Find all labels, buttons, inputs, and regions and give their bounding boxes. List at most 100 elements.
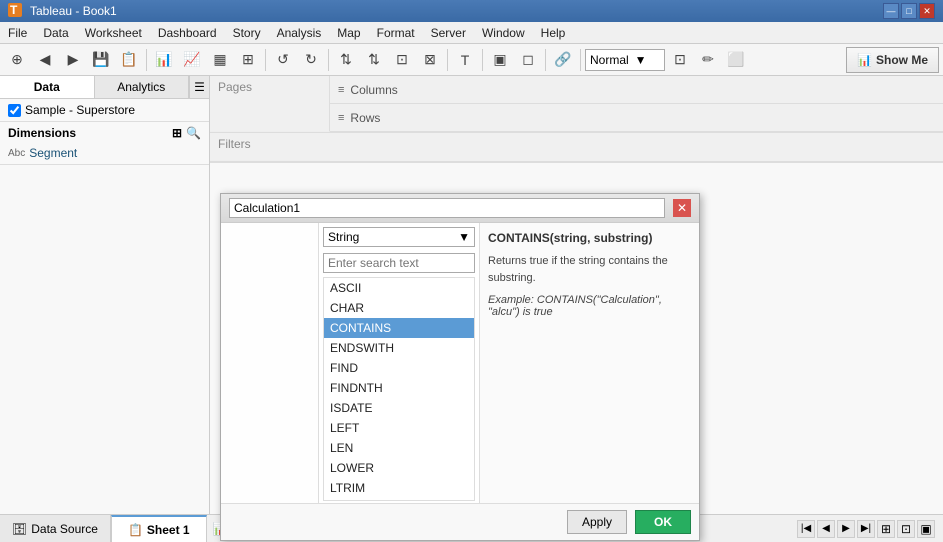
func-item[interactable]: LEN	[324, 438, 474, 458]
func-item[interactable]: LTRIM	[324, 478, 474, 498]
func-item[interactable]: CHAR	[324, 298, 474, 318]
func-item[interactable]: FINDNTH	[324, 378, 474, 398]
func-type-label: String	[328, 230, 359, 244]
calc-close-btn[interactable]: ✕	[673, 199, 691, 217]
filter-dropzone[interactable]	[330, 133, 943, 161]
menu-dashboard[interactable]: Dashboard	[150, 24, 225, 42]
calc-name-input[interactable]	[229, 198, 665, 218]
func-item[interactable]: ISDATE	[324, 398, 474, 418]
forward-btn[interactable]: ▶	[60, 47, 86, 73]
chart3-btn[interactable]: ▦	[207, 47, 233, 73]
func-item[interactable]: CONTAINS	[324, 318, 474, 338]
fit-width-btn[interactable]: ⊡	[897, 520, 915, 538]
maximize-btn[interactable]: □	[901, 3, 917, 19]
sep7	[580, 49, 581, 71]
calc-footer: Apply OK	[221, 503, 699, 540]
chart4-btn[interactable]: ⊞	[235, 47, 261, 73]
first-page-btn[interactable]: |◀	[797, 520, 815, 538]
fit-btn[interactable]: ⊡	[389, 47, 415, 73]
save2-btn[interactable]: 📋	[116, 47, 142, 73]
dimension-icons: ⊞ 🔍	[172, 126, 201, 140]
save-btn[interactable]: 💾	[88, 47, 114, 73]
rows-shelf: ≡ Rows	[330, 104, 943, 132]
calc-editor[interactable]	[221, 223, 319, 503]
edit-btn[interactable]: ✏	[695, 47, 721, 73]
view-dropdown[interactable]: Normal ▼	[585, 49, 665, 71]
menu-analysis[interactable]: Analysis	[269, 24, 330, 42]
dimensions-header: Dimensions ⊞ 🔍	[0, 121, 209, 144]
func-type-chevron: ▼	[458, 230, 470, 244]
svg-text:T: T	[10, 3, 18, 17]
undo-btn[interactable]: ↺	[270, 47, 296, 73]
panel-tabs: Data Analytics ☰	[0, 76, 209, 99]
fixed-btn[interactable]: ⊡	[667, 47, 693, 73]
columns-area: ≡ Columns ≡ Rows	[330, 76, 943, 132]
segment-item[interactable]: Abc Segment	[0, 144, 209, 162]
menu-file[interactable]: File	[0, 24, 35, 42]
func-item[interactable]: MAX	[324, 498, 474, 501]
menu-window[interactable]: Window	[474, 24, 533, 42]
filters-section: Filters	[210, 133, 330, 161]
shelves-area: Pages ≡ Columns ≡ Rows Filters	[210, 76, 943, 163]
menu-format[interactable]: Format	[369, 24, 423, 42]
left-panel: Data Analytics ☰ Sample - Superstore Dim…	[0, 76, 210, 514]
tooltip-btn[interactable]: ◻	[515, 47, 541, 73]
text-btn[interactable]: T	[452, 47, 478, 73]
calc-dialog: ✕ String ▼ ASCIICHARCO	[220, 193, 700, 541]
chart2-btn[interactable]: 📈	[179, 47, 205, 73]
grid-icon[interactable]: ⊞	[172, 126, 182, 140]
datasource-row[interactable]: Sample - Superstore	[0, 99, 209, 121]
pages-section: Pages	[210, 76, 330, 132]
sheet1-tab[interactable]: 📋 Sheet 1	[111, 515, 207, 542]
menu-story[interactable]: Story	[225, 24, 269, 42]
func-item[interactable]: ENDSWITH	[324, 338, 474, 358]
close-btn[interactable]: ✕	[919, 3, 935, 19]
link-btn[interactable]: 🔗	[550, 47, 576, 73]
rows-icon: ≡	[338, 112, 344, 124]
menu-worksheet[interactable]: Worksheet	[77, 24, 150, 42]
ok-button[interactable]: OK	[635, 510, 691, 534]
next-page-btn[interactable]: ▶	[837, 520, 855, 538]
datasource-checkbox[interactable]	[8, 104, 21, 117]
func-desc-panel: CONTAINS(string, substring) Returns true…	[479, 223, 699, 503]
prev-page-btn[interactable]: ◀	[817, 520, 835, 538]
func-item[interactable]: LEFT	[324, 418, 474, 438]
mark-btn[interactable]: ▣	[487, 47, 513, 73]
tab-data[interactable]: Data	[0, 76, 95, 98]
columns-shelf: ≡ Columns	[330, 76, 943, 104]
func-item[interactable]: FIND	[324, 358, 474, 378]
func-type-dropdown[interactable]: String ▼	[323, 227, 475, 247]
func-item[interactable]: ASCII	[324, 278, 474, 298]
apply-button[interactable]: Apply	[567, 510, 627, 534]
tab-analytics[interactable]: Analytics	[95, 76, 190, 98]
back-btn[interactable]: ◀	[32, 47, 58, 73]
func-list[interactable]: ASCIICHARCONTAINSENDSWITHFINDFINDNTHISDA…	[323, 277, 475, 501]
fit-height-btn[interactable]: ▣	[917, 520, 935, 538]
redo-btn[interactable]: ↻	[298, 47, 324, 73]
menu-server[interactable]: Server	[423, 24, 474, 42]
datasource-tab-label: Data Source	[31, 522, 98, 536]
datasource-tab[interactable]: 🗄 Data Source	[0, 515, 111, 542]
menu-data[interactable]: Data	[35, 24, 76, 42]
panel-menu-btn[interactable]: ☰	[189, 76, 209, 98]
home-btn[interactable]: ⊕	[4, 47, 30, 73]
minimize-btn[interactable]: —	[883, 3, 899, 19]
func-desc-example: Example: CONTAINS("Calculation", "alcu")…	[488, 294, 691, 318]
show-me-icon: 📊	[857, 53, 872, 67]
menu-map[interactable]: Map	[329, 24, 368, 42]
search-icon[interactable]: 🔍	[186, 126, 201, 140]
segment-label: Segment	[29, 146, 77, 160]
menu-help[interactable]: Help	[533, 24, 574, 42]
chart-btn[interactable]: 📊	[151, 47, 177, 73]
func-search-input[interactable]	[323, 253, 475, 273]
present-btn[interactable]: ⬜	[723, 47, 749, 73]
dropdown-chevron: ▼	[635, 53, 647, 67]
center-area: Pages ≡ Columns ≡ Rows Filters	[210, 76, 943, 514]
show-me-button[interactable]: 📊 Show Me	[846, 47, 939, 73]
func-item[interactable]: LOWER	[324, 458, 474, 478]
last-page-btn[interactable]: ▶|	[857, 520, 875, 538]
sort2-btn[interactable]: ⇅	[361, 47, 387, 73]
sort-btn[interactable]: ⇅	[333, 47, 359, 73]
grid-view-btn[interactable]: ⊞	[877, 520, 895, 538]
fix-btn[interactable]: ⊠	[417, 47, 443, 73]
